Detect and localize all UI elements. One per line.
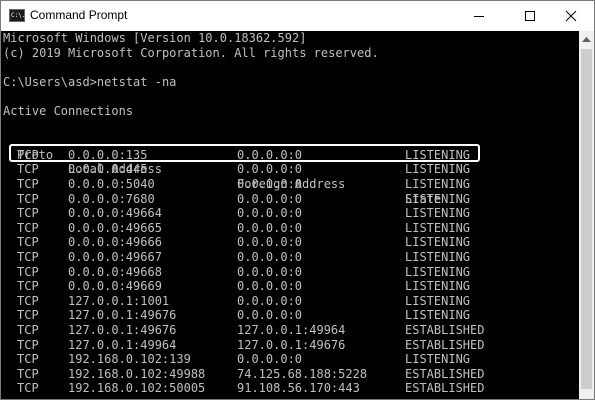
connection-foreign-address: 0.0.0.0:0	[237, 264, 303, 279]
scroll-up-button[interactable]	[579, 31, 594, 48]
scroll-up-arrow-icon	[582, 36, 591, 42]
console-output[interactable]: Microsoft Windows [Version 10.0.18362.59…	[1, 31, 579, 399]
connection-state: LISTENING	[405, 220, 471, 235]
connection-proto: TCP	[17, 352, 39, 367]
connection-local-address: 0.0.0.0:49664	[68, 206, 162, 221]
connection-foreign-address: 0.0.0.0:0	[237, 352, 303, 367]
command-prompt-app-icon: C:\.	[9, 9, 25, 22]
minimize-button[interactable]	[456, 1, 502, 31]
connection-foreign-address: 0.0.0.0:0	[237, 250, 303, 264]
scroll-thumb[interactable]	[581, 49, 592, 389]
connection-foreign-address: 0.0.0.0:0	[237, 206, 303, 221]
highlight-box	[9, 144, 480, 162]
minimize-icon	[474, 16, 484, 17]
connection-local-address: 192.168.0.102:50005	[68, 381, 206, 396]
connection-state: LISTENING	[405, 250, 471, 264]
connection-state: LISTENING	[405, 235, 471, 250]
connection-proto: TCP	[17, 264, 39, 279]
title-bar[interactable]: C:\. Command Prompt	[1, 1, 594, 31]
connection-local-address: 0.0.0.0:49666	[68, 235, 162, 250]
maximize-icon	[525, 11, 535, 21]
connection-local-address: 0.0.0.0:49667	[68, 250, 162, 264]
connection-local-address: 0.0.0.0:5040	[68, 177, 155, 191]
connection-local-address: 0.0.0.0:49665	[68, 220, 162, 235]
connection-state: LISTENING	[405, 191, 471, 206]
connection-state: LISTENING	[405, 308, 471, 323]
connection-foreign-address: 0.0.0.0:0	[237, 177, 303, 191]
command-prompt-window: C:\. Command Prompt Microsoft Windows [V…	[0, 0, 595, 400]
connection-proto: TCP	[17, 381, 39, 396]
connection-state: LISTENING	[405, 279, 471, 294]
connection-proto: TCP	[17, 323, 39, 337]
connection-local-address: 0.0.0.0:7680	[68, 191, 155, 206]
connection-proto: TCP	[17, 308, 39, 323]
connection-foreign-address: 0.0.0.0:0	[237, 308, 303, 323]
connection-proto: TCP	[17, 162, 39, 177]
vertical-scrollbar[interactable]	[579, 31, 594, 399]
connection-proto: TCP	[17, 191, 39, 206]
connection-state: LISTENING	[405, 352, 471, 367]
connection-foreign-address: 127.0.0.1:49964	[237, 323, 346, 337]
connection-local-address: 127.0.0.1:49676	[68, 308, 177, 323]
active-connections-heading: Active Connections	[3, 104, 134, 118]
command-prompt-line: C:\Users\asd>netstat -na	[3, 74, 177, 89]
connection-state: LISTENING	[405, 162, 471, 177]
close-button[interactable]	[548, 1, 594, 31]
connection-state: LISTENING	[405, 177, 471, 191]
connection-proto: TCP	[17, 177, 39, 191]
connection-local-address: 0.0.0.0:49668	[68, 264, 162, 279]
connection-state: ESTABLISHED	[405, 381, 485, 396]
connection-local-address: 0.0.0.0:445	[68, 162, 148, 177]
connection-local-address: 127.0.0.1:49676	[68, 323, 177, 337]
connection-state: LISTENING	[405, 206, 471, 221]
connection-foreign-address: 0.0.0.0:0	[237, 162, 303, 177]
scroll-down-button[interactable]	[579, 389, 594, 399]
connection-state: ESTABLISHED	[405, 366, 485, 381]
connection-foreign-address: 127.0.0.1:49676	[237, 337, 346, 352]
connection-proto: TCP	[17, 337, 39, 352]
connection-state: ESTABLISHED	[405, 337, 485, 352]
connection-proto: TCP	[17, 235, 39, 250]
connection-foreign-address: 0.0.0.0:0	[237, 293, 303, 308]
connection-local-address: 192.168.0.102:49988	[68, 366, 206, 381]
connection-state: ESTABLISHED	[405, 323, 485, 337]
close-icon	[565, 10, 577, 22]
connection-local-address: 0.0.0.0:49669	[68, 279, 162, 294]
connection-proto: TCP	[17, 279, 39, 294]
connection-proto: TCP	[17, 206, 39, 221]
connection-local-address: 192.168.0.102:139	[68, 352, 191, 367]
connection-proto: TCP	[17, 220, 39, 235]
connection-state: LISTENING	[405, 293, 471, 308]
window-title: Command Prompt	[30, 8, 128, 22]
connection-local-address: 127.0.0.1:1001	[68, 293, 170, 308]
connection-state: LISTENING	[405, 264, 471, 279]
connection-foreign-address: 0.0.0.0:0	[237, 235, 303, 250]
connection-local-address: 127.0.0.1:49964	[68, 337, 177, 352]
connection-foreign-address: 0.0.0.0:0	[237, 220, 303, 235]
connection-foreign-address: 74.125.68.188:5228	[237, 366, 368, 381]
connection-proto: TCP	[17, 366, 39, 381]
connection-proto: TCP	[17, 250, 39, 264]
maximize-button[interactable]	[507, 1, 553, 31]
connection-foreign-address: 0.0.0.0:0	[237, 279, 303, 294]
banner-copyright-line: (c) 2019 Microsoft Corporation. All righ…	[3, 45, 379, 60]
connection-foreign-address: 91.108.56.170:443	[237, 381, 360, 396]
banner-version-line: Microsoft Windows [Version 10.0.18362.59…	[3, 31, 307, 45]
connection-foreign-address: 0.0.0.0:0	[237, 191, 303, 206]
connection-proto: TCP	[17, 293, 39, 308]
